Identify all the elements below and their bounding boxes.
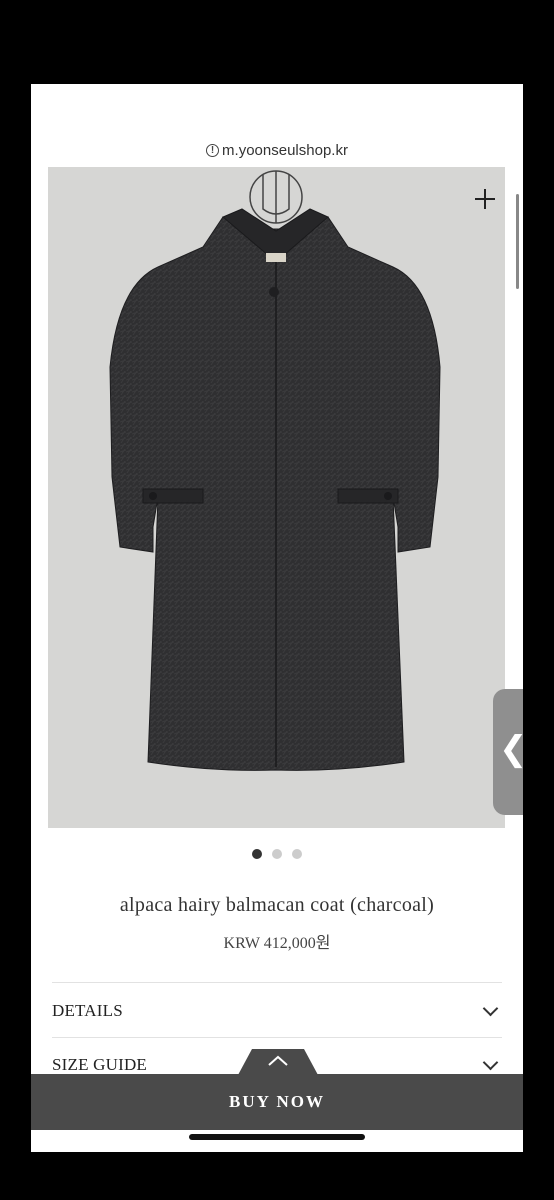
chevron-down-icon: [482, 1054, 499, 1071]
product-price: KRW 412,000원: [223, 935, 331, 952]
gallery-dot[interactable]: [292, 849, 302, 859]
hanger-icon: [249, 170, 303, 224]
coat-illustration: [109, 170, 441, 771]
url-text[interactable]: m.yoonseulshop.kr: [222, 142, 348, 159]
side-collapse-tab[interactable]: ❮: [493, 689, 523, 815]
accordion-label: DETAILS: [52, 1001, 123, 1020]
gallery-dot[interactable]: [272, 849, 282, 859]
divider: [52, 982, 502, 983]
chevron-left-icon: ❮: [499, 729, 523, 769]
not-secure-icon[interactable]: !: [206, 144, 220, 157]
gallery-pagination: [31, 849, 523, 859]
chevron-down-icon: [482, 1000, 499, 1017]
buy-bar-expand-tab[interactable]: [238, 1049, 318, 1075]
accordion-details[interactable]: DETAILS: [52, 996, 502, 1026]
home-indicator[interactable]: [189, 1134, 365, 1140]
product-image[interactable]: [48, 167, 505, 828]
accordion-label: SIZE GUIDE: [52, 1055, 148, 1074]
browser-screen: ! m.yoonseulshop.kr alpaca hairy balmaca…: [31, 84, 523, 1152]
url-bar[interactable]: ! m.yoonseulshop.kr: [31, 84, 523, 166]
scrollbar[interactable]: [516, 194, 519, 289]
buy-now-label: BUY NOW: [228, 1092, 325, 1111]
divider: [52, 1037, 502, 1038]
gallery-dot[interactable]: [252, 849, 262, 859]
product-title: alpaca hairy balmacan coat (charcoal): [119, 894, 435, 916]
buy-now-button[interactable]: BUY NOW: [31, 1074, 523, 1130]
zoom-plus-icon[interactable]: [473, 187, 497, 211]
